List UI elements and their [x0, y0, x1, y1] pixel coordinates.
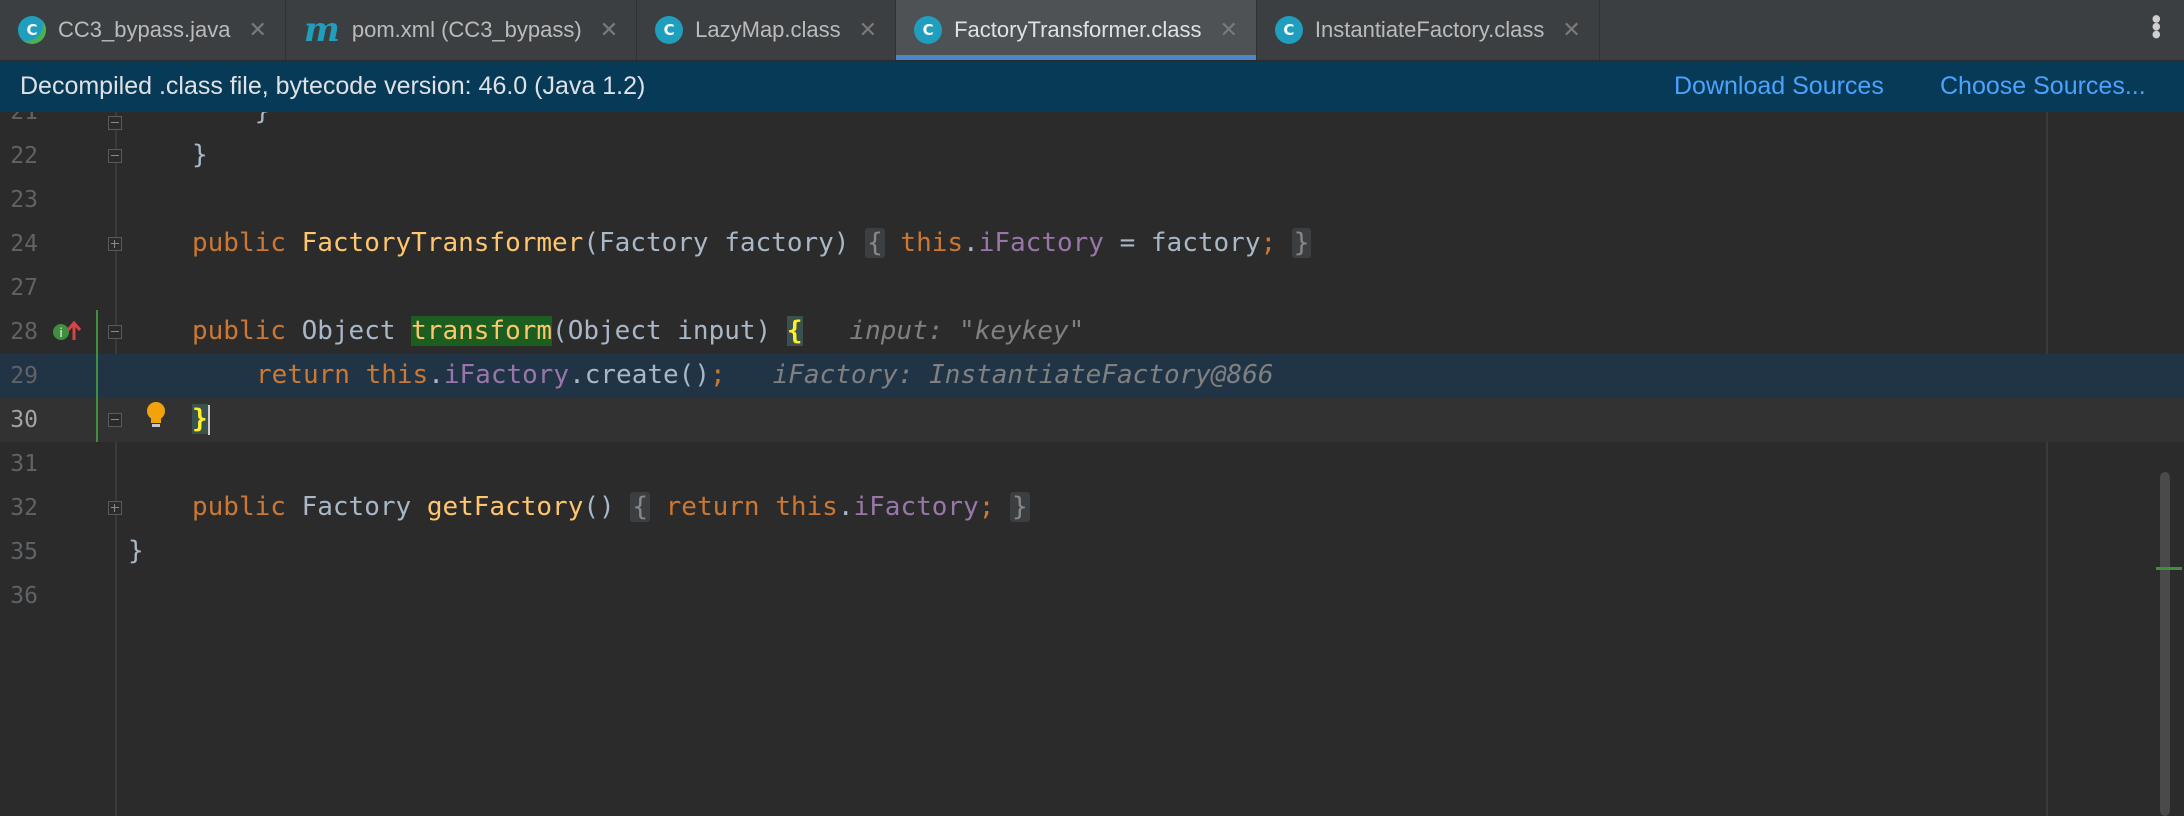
vcs-change-marker	[96, 310, 98, 442]
text-caret	[207, 404, 210, 435]
line-number: 24	[10, 231, 38, 257]
code-text: public Object transform(Object input) { …	[192, 316, 1085, 346]
fold-marker-icon[interactable]	[108, 325, 122, 339]
code-line: 24 public FactoryTransformer(Factory fac…	[0, 222, 2184, 266]
code-line: 36	[0, 574, 2184, 618]
tab-factorytransformer-class[interactable]: C FactoryTransformer.class ✕	[896, 0, 1257, 60]
close-tab-icon[interactable]: ✕	[1219, 19, 1237, 41]
code-line: 31	[0, 442, 2184, 486]
selected-identifier: transform	[411, 316, 553, 346]
download-sources-link[interactable]: Download Sources	[1674, 72, 1884, 101]
folded-region: }	[1291, 228, 1312, 258]
code-text: }	[192, 112, 271, 126]
code-text: public Factory getFactory() { return thi…	[192, 492, 1030, 522]
inline-debug-value: iFactory: InstantiateFactory@866	[772, 360, 1274, 390]
line-number: 27	[10, 275, 38, 301]
vertical-scrollbar[interactable]	[2160, 472, 2170, 816]
matched-brace: {	[786, 316, 803, 346]
tab-pom-xml[interactable]: m pom.xml (CC3_bypass) ✕	[286, 0, 638, 60]
code-line: 23	[0, 178, 2184, 222]
class-icon: C	[655, 16, 684, 44]
fold-marker-icon[interactable]	[108, 149, 122, 163]
line-number: 36	[10, 583, 38, 609]
tab-label: FactoryTransformer.class	[954, 17, 1202, 42]
more-tabs-icon[interactable]: •••	[2141, 14, 2172, 37]
line-number: 29	[10, 363, 38, 389]
code-line: 28 public Object transform(Object input)…	[0, 310, 2184, 354]
code-text: }	[192, 404, 210, 435]
code-text: }	[192, 140, 208, 170]
close-tab-icon[interactable]: ✕	[600, 19, 618, 41]
folded-region: {	[630, 492, 650, 522]
choose-sources-link[interactable]: Choose Sources...	[1940, 72, 2146, 101]
code-line-highlighted: 29 return this.iFactory.create(); iFacto…	[0, 354, 2184, 398]
code-text: }	[128, 536, 144, 566]
decompiled-notice-text: Decompiled .class file, bytecode version…	[20, 72, 646, 100]
class-icon: C	[914, 16, 943, 44]
line-number: 21	[10, 112, 38, 125]
matched-brace: }	[192, 404, 208, 434]
maven-icon: m	[303, 10, 340, 50]
line-number: 35	[10, 539, 38, 565]
tab-instantiatefactory-class[interactable]: C InstantiateFactory.class ✕	[1257, 0, 1600, 60]
expand-fold-icon[interactable]	[108, 237, 122, 251]
overrides-method-icon[interactable]: i	[52, 318, 86, 346]
folded-region: }	[1010, 492, 1030, 522]
line-number: 30	[10, 407, 38, 433]
code-line: 22 }	[0, 134, 2184, 178]
line-number: 22	[10, 143, 38, 169]
code-line: 21 }	[0, 112, 2184, 134]
tab-cc3-bypass-java[interactable]: C CC3_bypass.java ✕	[0, 0, 286, 60]
code-line: 35 }	[0, 530, 2184, 574]
close-tab-icon[interactable]: ✕	[859, 19, 877, 41]
tab-label: CC3_bypass.java	[58, 17, 231, 42]
close-tab-icon[interactable]: ✕	[1562, 19, 1580, 41]
code-editor[interactable]: 21 } 22 } 23 24 public FactoryTransforme…	[0, 112, 2184, 816]
code-text: public FactoryTransformer(Factory factor…	[192, 228, 1312, 258]
svg-text:i: i	[59, 326, 62, 340]
line-number: 31	[10, 451, 38, 477]
tab-label: InstantiateFactory.class	[1314, 17, 1545, 42]
editor-tab-bar: C CC3_bypass.java ✕ m pom.xml (CC3_bypas…	[0, 0, 2184, 61]
line-number: 32	[10, 495, 38, 521]
error-stripe-marker[interactable]	[2156, 567, 2182, 570]
code-line: 27	[0, 266, 2184, 310]
line-number: 28	[10, 319, 38, 345]
folded-region: {	[865, 228, 885, 258]
class-icon: C	[1274, 16, 1303, 44]
code-line: 32 public Factory getFactory() { return …	[0, 486, 2184, 530]
code-text: return this.iFactory.create(); iFactory:…	[256, 360, 1274, 390]
fold-marker-icon[interactable]	[108, 413, 122, 427]
line-number: 23	[10, 187, 38, 213]
tab-lazymap-class[interactable]: C LazyMap.class ✕	[637, 0, 897, 60]
java-class-run-icon: C	[18, 16, 46, 44]
inline-debug-value: input: "keykey"	[849, 316, 1085, 346]
decompiled-notice-banner: Decompiled .class file, bytecode version…	[0, 61, 2184, 112]
tab-label: LazyMap.class	[695, 17, 841, 42]
fold-marker-icon[interactable]	[108, 116, 122, 130]
close-tab-icon[interactable]: ✕	[248, 19, 266, 41]
lightbulb-icon[interactable]	[145, 400, 167, 430]
code-line-current: 30 }	[0, 398, 2184, 442]
tab-label: pom.xml (CC3_bypass)	[351, 17, 582, 42]
expand-fold-icon[interactable]	[108, 501, 122, 515]
